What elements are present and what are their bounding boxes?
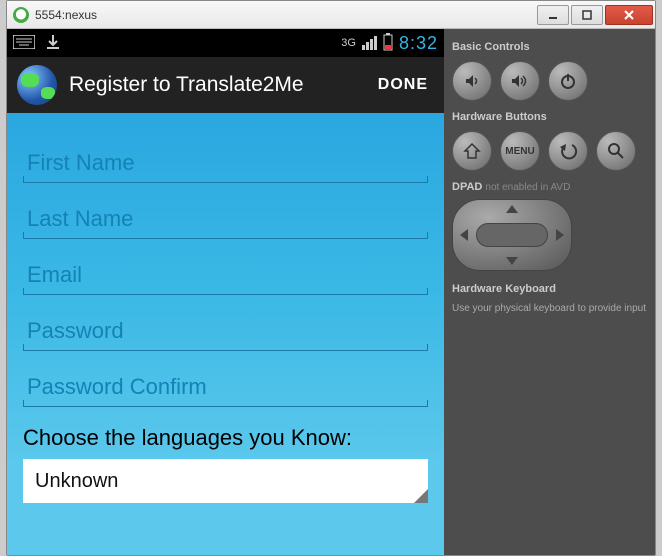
- language-selected-value: Unknown: [35, 470, 118, 493]
- dpad-up-button[interactable]: [506, 205, 518, 213]
- dpad-note: not enabled in AVD: [485, 182, 570, 193]
- power-button[interactable]: [548, 61, 588, 101]
- back-icon: [558, 142, 578, 160]
- back-button[interactable]: [548, 131, 588, 171]
- window-body: 3G 8:32 Register to Translate2Me DONE: [7, 29, 655, 555]
- search-icon: [607, 142, 625, 160]
- keyboard-icon: [13, 35, 35, 52]
- password-confirm-field-wrap: [23, 361, 428, 407]
- dpad-down-button[interactable]: [506, 257, 518, 265]
- dpad-right-button[interactable]: [556, 229, 564, 241]
- dpad-center-button[interactable]: [476, 223, 548, 247]
- minimize-icon: [548, 10, 558, 20]
- status-left: [13, 34, 341, 53]
- minimize-button[interactable]: [537, 5, 569, 25]
- last-name-input[interactable]: [23, 193, 428, 238]
- home-button[interactable]: [452, 131, 492, 171]
- volume-down-icon: [463, 72, 481, 90]
- maximize-button[interactable]: [571, 5, 603, 25]
- power-icon: [559, 72, 577, 90]
- dpad: [452, 199, 572, 271]
- app-globe-icon: [17, 65, 57, 105]
- dpad-title-row: DPAD not enabled in AVD: [452, 181, 647, 193]
- password-field-wrap: [23, 305, 428, 351]
- signal-bars-icon: [362, 36, 377, 50]
- hardware-buttons-title: Hardware Buttons: [452, 111, 647, 123]
- emulator-window: ⬤ 5554:nexus: [6, 0, 656, 556]
- language-spinner[interactable]: Unknown: [23, 459, 428, 503]
- hw-keyboard-title: Hardware Keyboard: [452, 283, 647, 295]
- dpad-left-button[interactable]: [460, 229, 468, 241]
- first-name-input[interactable]: [23, 137, 428, 182]
- dpad-title: DPAD: [452, 181, 482, 193]
- status-clock: 8:32: [399, 33, 438, 54]
- hardware-buttons-row: MENU: [452, 131, 647, 171]
- volume-down-button[interactable]: [452, 61, 492, 101]
- password-confirm-input[interactable]: [23, 361, 428, 406]
- done-button[interactable]: DONE: [372, 70, 434, 100]
- page-title: Register to Translate2Me: [69, 73, 372, 97]
- menu-button-label: MENU: [505, 146, 534, 157]
- app-icon: ⬤: [13, 7, 29, 23]
- window-titlebar: ⬤ 5554:nexus: [7, 1, 655, 29]
- last-name-field-wrap: [23, 193, 428, 239]
- status-right: 3G 8:32: [341, 33, 438, 54]
- close-button[interactable]: [605, 5, 653, 25]
- basic-controls-row: [452, 61, 647, 101]
- signal-3g-label: 3G: [341, 37, 356, 49]
- phone-screen: 3G 8:32 Register to Translate2Me DONE: [7, 29, 444, 555]
- basic-controls-title: Basic Controls: [452, 41, 647, 53]
- password-input[interactable]: [23, 305, 428, 350]
- android-status-bar[interactable]: 3G 8:32: [7, 29, 444, 57]
- download-icon: [45, 34, 61, 53]
- form-screen: Choose the languages you Know: Unknown: [7, 113, 444, 555]
- choose-languages-label: Choose the languages you Know:: [23, 425, 428, 451]
- app-action-bar: Register to Translate2Me DONE: [7, 57, 444, 113]
- volume-up-icon: [510, 72, 530, 90]
- email-field-wrap: [23, 249, 428, 295]
- window-title: 5554:nexus: [35, 8, 535, 22]
- first-name-field-wrap: [23, 137, 428, 183]
- hw-keyboard-note: Use your physical keyboard to provide in…: [452, 303, 647, 314]
- email-input[interactable]: [23, 249, 428, 294]
- home-icon: [463, 142, 481, 160]
- emulator-controls-panel: Basic Controls Hardware Buttons MENU: [444, 29, 655, 555]
- close-icon: [623, 9, 635, 21]
- menu-button[interactable]: MENU: [500, 131, 540, 171]
- battery-icon: [383, 33, 393, 54]
- maximize-icon: [582, 10, 592, 20]
- volume-up-button[interactable]: [500, 61, 540, 101]
- window-buttons: [535, 5, 653, 25]
- search-hw-button[interactable]: [596, 131, 636, 171]
